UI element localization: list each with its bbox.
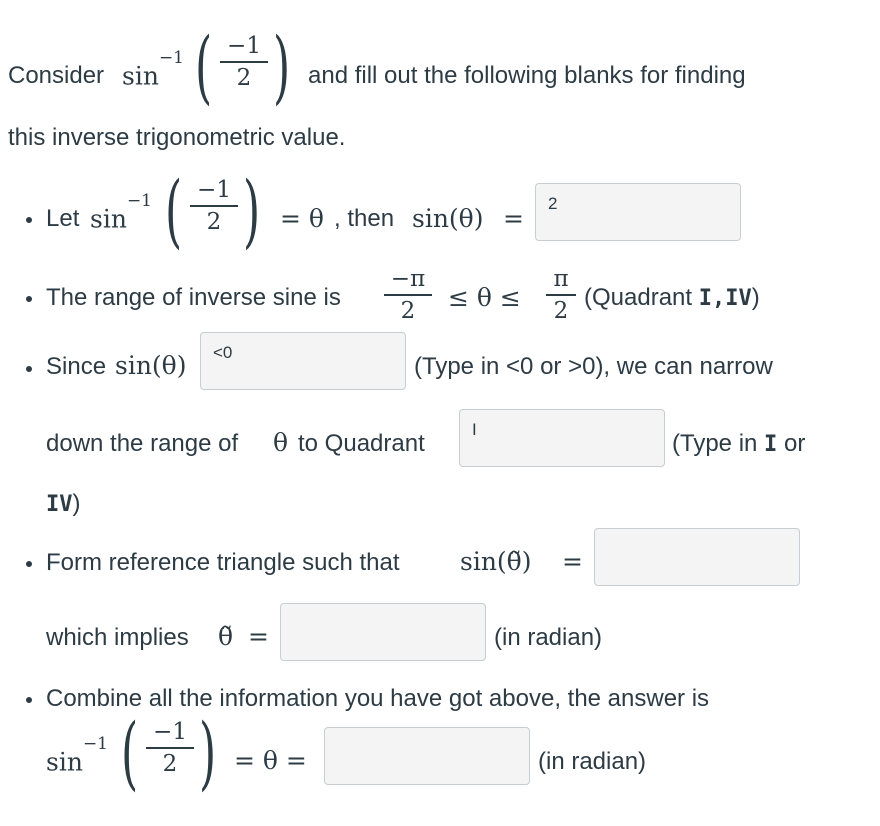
- intro-prefix: Consider: [8, 62, 105, 89]
- step1-sin-theta: sin(θ): [412, 204, 484, 233]
- step1-label: Let: [46, 205, 80, 232]
- intro-fraction: −1 2: [220, 33, 268, 91]
- step3-theta: θ: [273, 428, 289, 457]
- range-lower-fraction: −π 2: [384, 266, 432, 324]
- step3-line2-prefix: down the range of: [46, 430, 239, 457]
- intro-right-paren: ): [273, 20, 291, 113]
- step4-text: Form reference triangle such that: [46, 549, 400, 576]
- sin-theta-answer-value: 2: [548, 194, 558, 213]
- bullet-1: [26, 217, 32, 223]
- sign-hint: (Type in <0 or >0), we can narrow: [414, 353, 773, 380]
- step1-then: , then: [334, 205, 395, 232]
- sin-theta-answer-input[interactable]: 2: [535, 183, 741, 241]
- step3-line2-suffix: to Quadrant: [298, 430, 425, 457]
- sign-input[interactable]: <0: [200, 332, 406, 390]
- step1-left-paren: (: [165, 164, 183, 257]
- step4-eq2: =: [248, 622, 269, 651]
- range-inequality: ≤ θ ≤: [448, 283, 521, 312]
- reference-sin-input[interactable]: [594, 528, 800, 586]
- quadrant-input[interactable]: I: [459, 409, 665, 467]
- bullet-2: [26, 296, 32, 302]
- step5-fraction: −1 2: [146, 719, 194, 777]
- step3-sin-theta: sin(θ): [115, 351, 187, 380]
- intro-sin-func: sin−1: [122, 48, 184, 91]
- step5-sin-func: sin−1: [46, 734, 108, 777]
- step1-eq-theta: = θ: [280, 204, 324, 233]
- intro-line2: this inverse trigonometric value.: [8, 124, 346, 151]
- quadrant-hint: (Type in I or: [672, 430, 806, 457]
- range-upper-fraction: π2: [546, 266, 576, 324]
- range-quadrant-note: (Quadrant I,IV): [584, 284, 760, 311]
- bullet-5: [26, 697, 32, 703]
- step4-line2-prefix: which implies: [46, 624, 189, 651]
- step1-fraction: −1 2: [190, 177, 238, 235]
- step5-unit: (in radian): [538, 748, 647, 775]
- step5-text: Combine all the information you have got…: [46, 685, 710, 712]
- step4-sin-tilde: sin(θ̃): [460, 547, 532, 576]
- sign-input-value: <0: [213, 343, 233, 362]
- bullet-3: [26, 366, 32, 372]
- step5-right-paren: ): [199, 706, 217, 799]
- step4-unit: (in radian): [494, 624, 603, 651]
- quadrant-input-value: I: [472, 420, 477, 439]
- step4-tilde-theta: θ̃: [218, 622, 234, 651]
- intro-suffix: and fill out the following blanks for fi…: [308, 62, 746, 89]
- final-answer-input[interactable]: [324, 727, 530, 785]
- bullet-4: [26, 561, 32, 567]
- step1-sin-func: sin−1: [90, 191, 152, 234]
- step1-right-paren: ): [243, 164, 261, 257]
- step1-eq: =: [503, 204, 524, 233]
- quadrant-hint-cont: IV): [46, 490, 81, 517]
- step2-text: The range of inverse sine is: [46, 284, 341, 311]
- reference-angle-input[interactable]: [280, 603, 486, 661]
- intro-left-paren: (: [195, 20, 213, 113]
- step4-eq: =: [562, 547, 583, 576]
- step5-eq-theta-eq: = θ =: [234, 746, 307, 775]
- step3-label: Since: [46, 353, 107, 380]
- step5-left-paren: (: [121, 706, 139, 799]
